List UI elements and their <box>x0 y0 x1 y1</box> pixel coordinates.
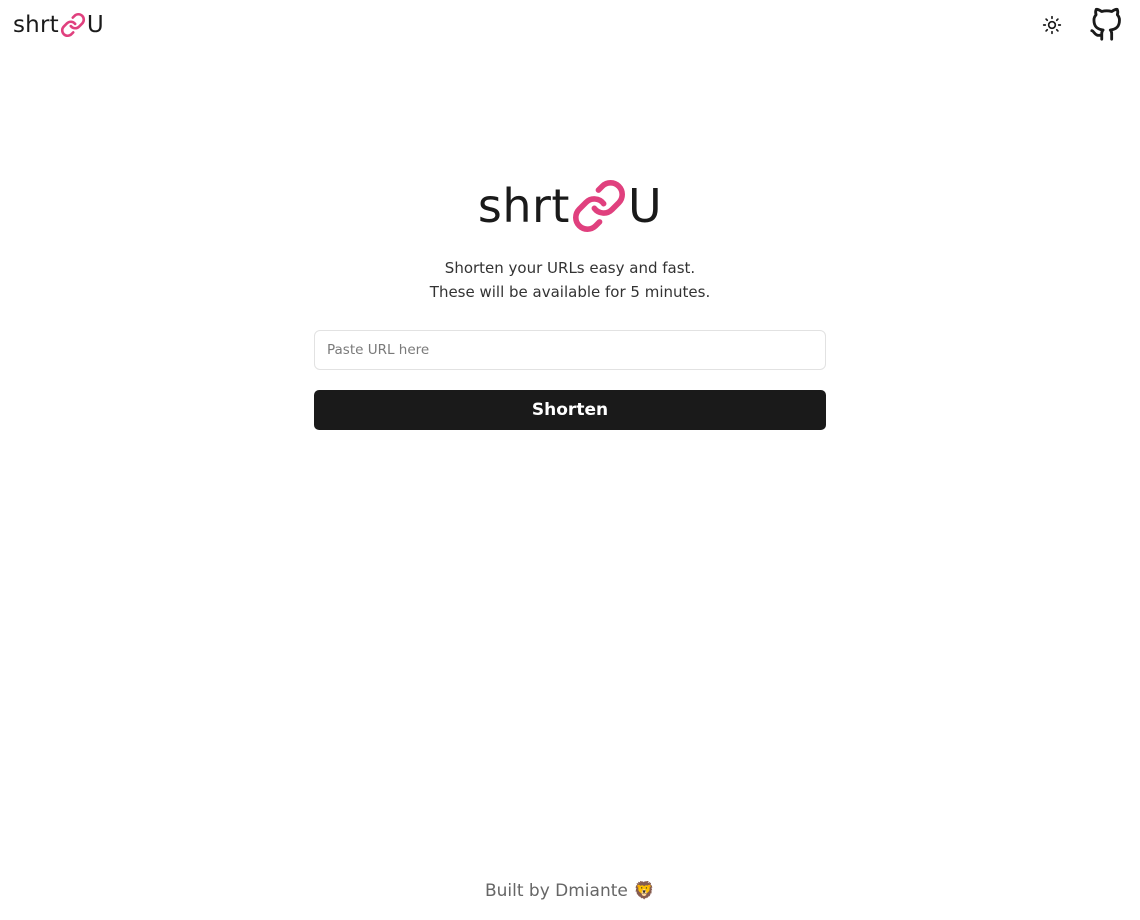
github-link[interactable] <box>1088 6 1124 44</box>
footer: Built by Dmiante 🦁 <box>0 878 1140 904</box>
lion-emoji-icon: 🦁 <box>633 881 656 901</box>
hero-brand-prefix: shrt <box>477 179 570 233</box>
shorten-form: Shorten <box>314 330 826 430</box>
page: shrt U shrt U Shorten your URLs easy and… <box>0 0 1140 920</box>
tagline-line-2: These will be available for 5 minutes. <box>429 283 711 301</box>
sun-icon <box>1042 15 1062 35</box>
github-icon <box>1090 7 1121 41</box>
footer-text: Built by Dmiante <box>484 881 628 901</box>
tagline-line-1: Shorten your URLs easy and fast. <box>444 259 696 277</box>
brand-prefix: shrt <box>13 12 59 38</box>
hero-brand-logo: shrt U <box>478 176 662 236</box>
brand-logo-link[interactable]: shrt U <box>13 9 104 41</box>
url-input[interactable] <box>314 330 826 370</box>
top-bar: shrt U <box>0 0 1140 50</box>
tagline: Shorten your URLs easy and fast. These w… <box>430 256 710 304</box>
theme-toggle-button[interactable] <box>1040 13 1064 37</box>
link-icon <box>60 12 85 38</box>
brand-suffix: U <box>86 12 104 38</box>
hero-section: shrt U Shorten your URLs easy and fast. … <box>0 176 1140 430</box>
link-icon <box>572 180 625 232</box>
hero-brand-suffix: U <box>627 179 663 233</box>
shorten-button[interactable]: Shorten <box>314 390 826 430</box>
